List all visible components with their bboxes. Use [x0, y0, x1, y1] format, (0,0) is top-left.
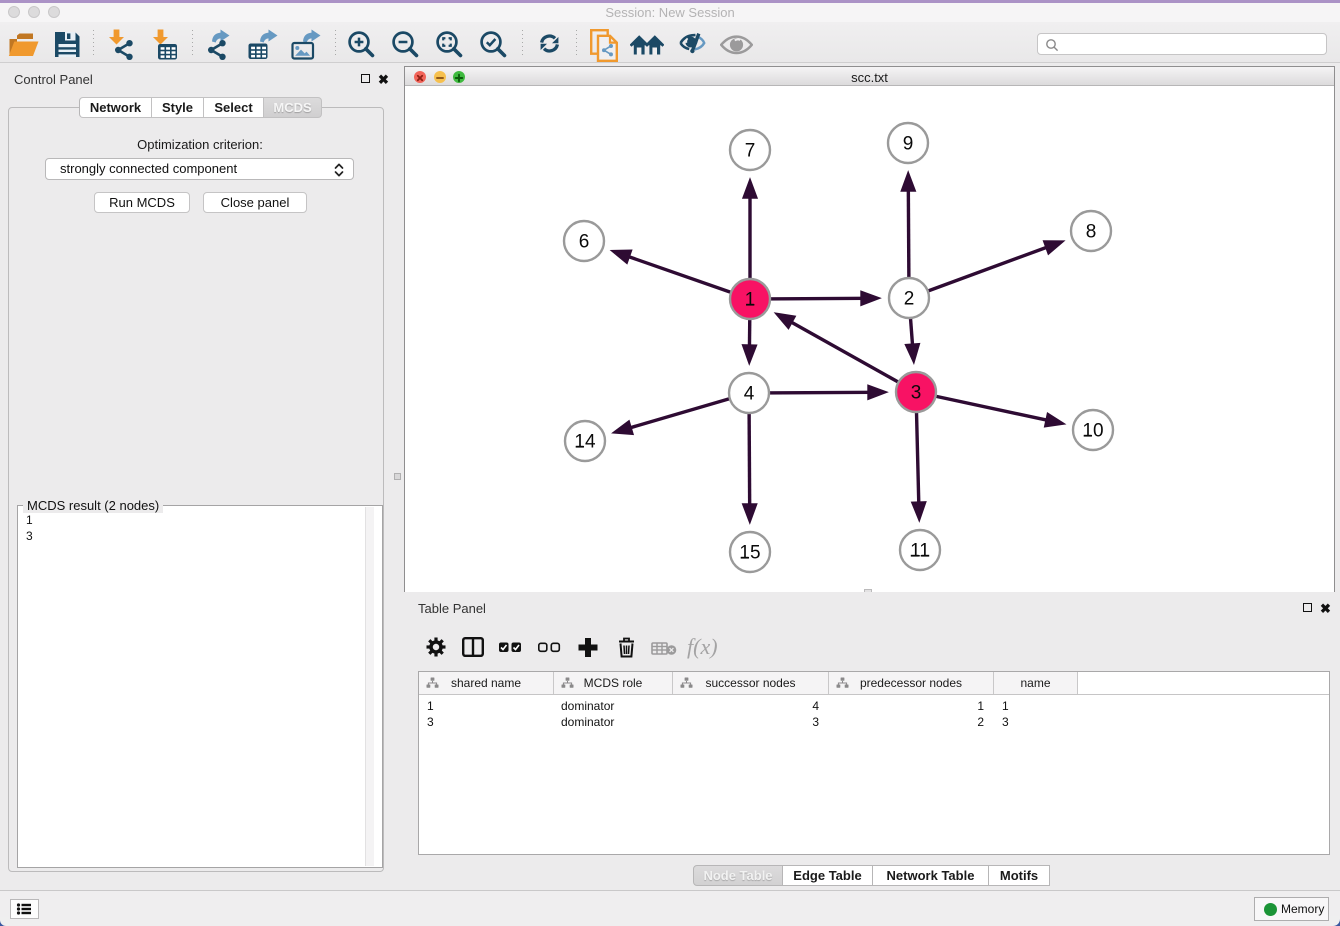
- svg-text:8: 8: [1086, 222, 1097, 243]
- svg-text:2: 2: [904, 289, 915, 310]
- svg-text:9: 9: [903, 134, 914, 155]
- svg-text:7: 7: [745, 141, 756, 162]
- svg-text:4: 4: [744, 384, 755, 405]
- svg-text:6: 6: [579, 232, 590, 253]
- svg-text:1: 1: [745, 290, 756, 311]
- svg-text:15: 15: [739, 543, 760, 564]
- svg-text:11: 11: [910, 541, 930, 562]
- svg-text:3: 3: [911, 383, 922, 404]
- svg-text:10: 10: [1082, 421, 1103, 442]
- svg-text:14: 14: [574, 432, 596, 453]
